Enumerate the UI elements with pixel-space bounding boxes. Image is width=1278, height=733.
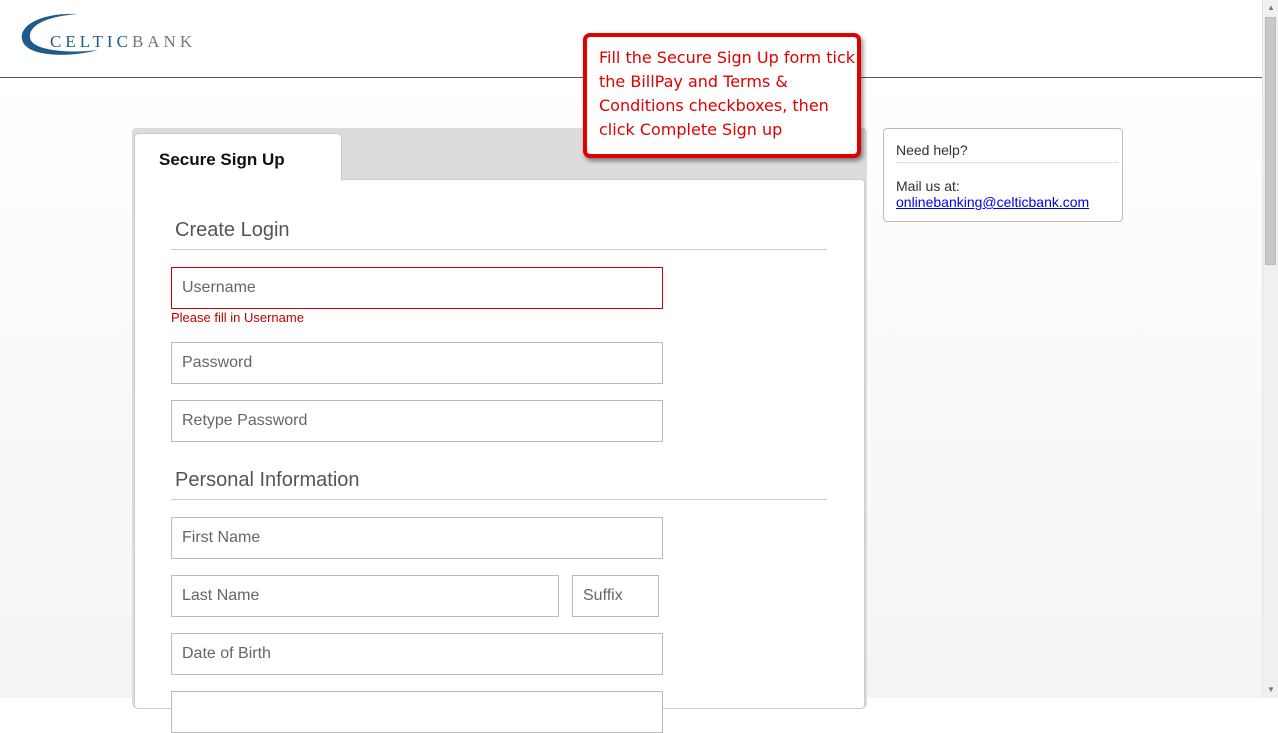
first-name-input[interactable] [171, 517, 663, 559]
suffix-input[interactable] [572, 575, 659, 617]
tab-label: Secure Sign Up [159, 150, 285, 169]
username-input[interactable] [171, 267, 663, 309]
tab-secure-sign-up[interactable]: Secure Sign Up [134, 133, 342, 181]
signup-panel [134, 179, 865, 709]
logo-text-bank: BANK [131, 32, 197, 51]
date-of-birth-input[interactable] [171, 633, 663, 675]
username-error-message: Please fill in Username [171, 310, 304, 325]
logo-text: CELTICBANK [50, 32, 196, 52]
section-title-create-login: Create Login [171, 219, 827, 250]
scroll-down-icon[interactable]: ▼ [1263, 682, 1278, 698]
instruction-callout: Fill the Secure Sign Up form tick the Bi… [583, 33, 861, 158]
next-field-input[interactable] [171, 691, 663, 733]
help-title: Need help? [896, 142, 1118, 163]
section-title-personal-information: Personal Information [171, 469, 827, 500]
retype-password-input[interactable] [171, 400, 663, 442]
scrollbar-thumb[interactable] [1265, 17, 1276, 265]
vertical-scrollbar[interactable]: ▲ ▼ [1262, 0, 1278, 698]
logo-text-celtic: CELTIC [50, 32, 132, 51]
help-box: Need help? Mail us at: onlinebanking@cel… [883, 128, 1123, 222]
password-input[interactable] [171, 342, 663, 384]
help-email-link[interactable]: onlinebanking@celticbank.com [896, 194, 1089, 210]
celtic-bank-logo[interactable]: CELTICBANK [18, 10, 208, 60]
help-mail-label: Mail us at: [896, 178, 960, 194]
scroll-up-icon[interactable]: ▲ [1263, 0, 1278, 16]
last-name-input[interactable] [171, 575, 559, 617]
